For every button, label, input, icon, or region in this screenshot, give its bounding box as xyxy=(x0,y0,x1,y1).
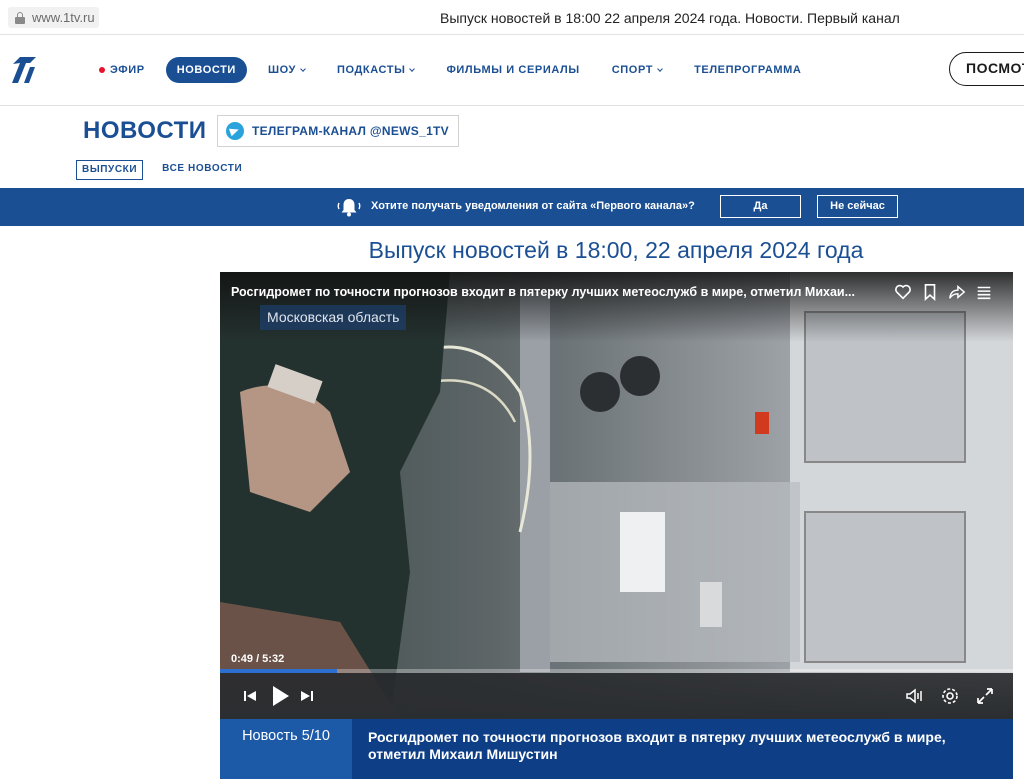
url-text: www.1tv.ru xyxy=(32,10,95,25)
notification-yes-button[interactable]: Да xyxy=(720,195,801,218)
watch-button[interactable]: ПОСМОТРЕТЬ xyxy=(949,52,1024,86)
fullscreen-icon[interactable] xyxy=(975,686,995,706)
nav-item-sport[interactable]: СПОРТ xyxy=(601,57,673,83)
section-title[interactable]: НОВОСТИ xyxy=(83,117,207,145)
share-icon[interactable] xyxy=(948,283,966,301)
volume-icon[interactable] xyxy=(904,686,924,706)
telegram-label: ТЕЛЕГРАМ-КАНАЛ @NEWS_1TV xyxy=(252,124,449,138)
telegram-icon xyxy=(226,122,244,140)
video-player[interactable]: Росгидромет по точности прогнозов входит… xyxy=(220,272,1013,719)
menu-icon[interactable] xyxy=(975,283,993,301)
main-nav: ЭФИР НОВОСТИ ШОУ ПОДКАСТЫ ФИЛЬМЫ И СЕРИА… xyxy=(0,35,1024,106)
chevron-down-icon xyxy=(300,65,306,72)
video-title: Росгидромет по точности прогнозов входит… xyxy=(231,285,856,299)
episode-headline: Выпуск новостей в 18:00, 22 апреля 2024 … xyxy=(368,237,864,263)
settings-icon[interactable] xyxy=(940,686,960,706)
heart-icon[interactable] xyxy=(894,283,912,301)
nav-item-label: ШОУ xyxy=(267,64,296,76)
browser-bar: www.1tv.ru Выпуск новостей в 18:00 22 ап… xyxy=(0,0,1024,35)
nav-item-news[interactable]: НОВОСТИ xyxy=(165,57,247,83)
news-caption-text[interactable]: Росгидромет по точности прогнозов входит… xyxy=(368,729,988,763)
player-top-actions xyxy=(894,283,993,301)
player-controls xyxy=(220,673,1013,719)
bell-icon xyxy=(337,199,361,217)
page-title: Выпуск новостей в 18:00 22 апреля 2024 г… xyxy=(440,10,900,26)
nav-item-label: НОВОСТИ xyxy=(176,64,236,76)
sub-tabs: ВЫПУСКИ ВСЕ НОВОСТИ xyxy=(76,160,261,180)
nav-item-shows[interactable]: ШОУ xyxy=(257,57,316,83)
nav-item-tv-guide[interactable]: ТЕЛЕПРОГРАММА xyxy=(683,57,812,83)
nav-items: ЭФИР НОВОСТИ ШОУ ПОДКАСТЫ ФИЛЬМЫ И СЕРИА… xyxy=(88,57,822,83)
nav-item-podcasts[interactable]: ПОДКАСТЫ xyxy=(326,57,426,83)
region-badge: Московская область xyxy=(260,305,407,330)
time-code: 0:49 / 5:32 xyxy=(231,653,285,665)
notification-banner: Хотите получать уведомления от сайта «Пе… xyxy=(0,188,1024,226)
play-icon[interactable] xyxy=(268,684,292,708)
nav-item-label: ПОДКАСТЫ xyxy=(336,64,406,76)
tab-episodes[interactable]: ВЫПУСКИ xyxy=(76,160,144,180)
chevron-down-icon xyxy=(409,65,416,72)
address-bar[interactable]: www.1tv.ru xyxy=(8,7,99,28)
notification-no-button[interactable]: Не сейчас xyxy=(817,195,898,218)
nav-item-label: ТЕЛЕПРОГРАММА xyxy=(694,64,802,76)
news-caption: Новость 5/10 Росгидромет по точности про… xyxy=(220,719,1013,779)
lock-icon xyxy=(14,11,26,24)
telegram-link[interactable]: ТЕЛЕГРАМ-КАНАЛ @NEWS_1TV xyxy=(217,115,459,147)
tab-all-news[interactable]: ВСЕ НОВОСТИ xyxy=(157,160,247,180)
live-dot-icon xyxy=(99,67,105,73)
chevron-down-icon xyxy=(657,65,663,72)
nav-item-films[interactable]: ФИЛЬМЫ И СЕРИАЛЫ xyxy=(435,57,590,83)
notification-text: Хотите получать уведомления от сайта «Пе… xyxy=(371,200,695,212)
video-frame xyxy=(220,272,1013,719)
nav-item-label: ФИЛЬМЫ И СЕРИАЛЫ xyxy=(446,64,580,76)
next-icon[interactable] xyxy=(297,686,317,706)
prev-icon[interactable] xyxy=(240,686,260,706)
nav-item-live[interactable]: ЭФИР xyxy=(88,57,156,83)
channel-one-logo-icon[interactable] xyxy=(10,55,40,85)
bookmark-icon[interactable] xyxy=(921,283,939,301)
nav-item-label: ЭФИР xyxy=(110,64,145,76)
nav-item-label: СПОРТ xyxy=(611,64,654,76)
news-counter: Новость 5/10 xyxy=(220,719,352,779)
